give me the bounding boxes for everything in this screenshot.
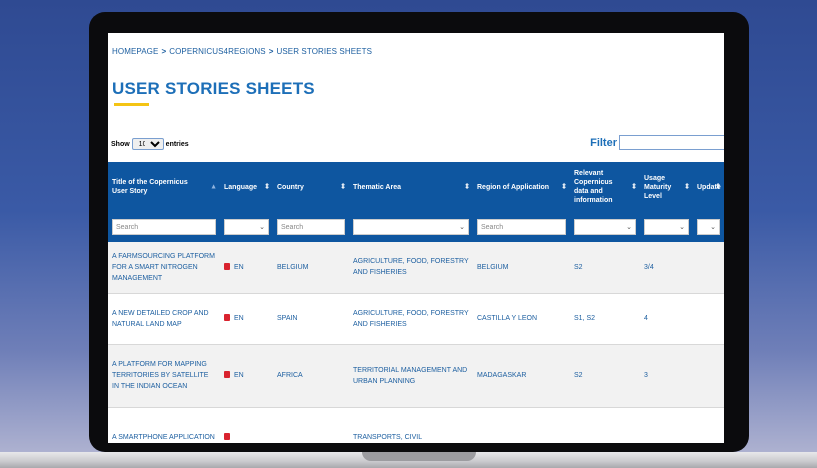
breadcrumb-copernicus4regions[interactable]: COPERNICUS4REGIONS: [169, 47, 265, 56]
language-filter-select[interactable]: ⌄: [224, 219, 269, 235]
copernicus-data-filter-select[interactable]: ⌄: [574, 219, 636, 235]
cell-title[interactable]: A SMARTPHONE APPLICATION: [108, 407, 220, 443]
col-header-thematic-area[interactable]: Thematic Area ⇕: [349, 162, 473, 212]
cell-thematic: AGRICULTURE, FOOD, FORESTRY AND FISHERIE…: [349, 242, 473, 294]
cell-data: [570, 407, 640, 443]
search-country-input[interactable]: Search: [277, 219, 345, 235]
col-header-copernicus-data[interactable]: Relevant Copernicus data and information…: [570, 162, 640, 212]
cell-maturity: 3/4: [640, 242, 693, 294]
col-header-language[interactable]: Language ⇕: [220, 162, 273, 212]
cell-language[interactable]: EN: [220, 293, 273, 345]
sort-asc-icon: ▲: [210, 183, 217, 191]
maturity-filter-select[interactable]: ⌄: [644, 219, 689, 235]
cell-country: BELGIUM: [273, 242, 349, 294]
breadcrumb-home[interactable]: HOMEPAGE: [112, 47, 158, 56]
table-row: A FARMSOURCING PLATFORM FOR A SMART NITR…: [108, 242, 724, 294]
col-header-update[interactable]: Update ⇕: [693, 162, 724, 212]
sort-icon: ⇕: [715, 183, 721, 191]
breadcrumb: HOMEPAGE > COPERNICUS4REGIONS > USER STORIES…: [112, 47, 372, 56]
cell-maturity: 4: [640, 293, 693, 345]
breadcrumb-current: USER STORIES SHEETS: [276, 47, 373, 56]
col-header-region[interactable]: Region of Application ⇕: [473, 162, 570, 212]
cell-maturity: [640, 407, 693, 443]
chevron-down-icon: ⌄: [626, 224, 632, 231]
cell-data: S1, S2: [570, 293, 640, 345]
entries-label: entries: [165, 140, 189, 148]
cell-region: CASTILLA Y LEON: [473, 293, 570, 345]
laptop-notch: [362, 452, 476, 461]
sort-icon: ⇕: [561, 183, 567, 191]
cell-language[interactable]: EN: [220, 242, 273, 294]
cell-country: SPAIN: [273, 293, 349, 345]
cell-region: MADAGASKAR: [473, 344, 570, 408]
title-underline: [114, 103, 149, 106]
cell-title[interactable]: A PLATFORM FOR MAPPING TERRITORIES BY SA…: [108, 344, 220, 408]
cell-language[interactable]: [220, 407, 273, 443]
page-title: USER STORIES SHEETS: [112, 79, 315, 98]
chevron-right-icon: >: [268, 47, 274, 56]
cell-country: AFRICA: [273, 344, 349, 408]
cell-thematic: TRANSPORTS, CIVIL: [349, 407, 473, 443]
thematic-filter-select[interactable]: ⌄: [353, 219, 469, 235]
chevron-down-icon: ⌄: [710, 224, 716, 231]
table-row: A NEW DETAILED CROP AND NATURAL LAND MAP…: [108, 293, 724, 345]
cell-data: S2: [570, 242, 640, 294]
pdf-icon: [224, 371, 230, 378]
cell-thematic: AGRICULTURE, FOOD, FORESTRY AND FISHERIE…: [349, 293, 473, 345]
chevron-right-icon: >: [161, 47, 167, 56]
sort-icon: ⇕: [340, 183, 346, 191]
cell-update: [693, 293, 724, 345]
search-title-input[interactable]: Search: [112, 219, 216, 235]
cell-title[interactable]: A NEW DETAILED CROP AND NATURAL LAND MAP: [108, 293, 220, 345]
cell-update: [693, 344, 724, 408]
table-row: A SMARTPHONE APPLICATION TRANSPORTS, CIV…: [108, 407, 724, 443]
cell-maturity: 3: [640, 344, 693, 408]
update-filter-select[interactable]: ⌄: [697, 219, 720, 235]
sort-icon: ⇕: [264, 183, 270, 191]
pdf-icon: [224, 262, 230, 270]
cell-update: [693, 407, 724, 443]
chevron-down-icon: ⌄: [459, 224, 465, 231]
cell-data: S2: [570, 344, 640, 408]
user-stories-table: Title of the Copernicus User Story ▲ Lang…: [108, 162, 724, 443]
table-header-row: Title of the Copernicus User Story ▲ Lang…: [108, 162, 724, 212]
sort-icon: ⇕: [684, 183, 690, 191]
chevron-down-icon: ⌄: [259, 224, 265, 231]
pdf-icon: [224, 432, 230, 440]
browser-screen: HOMEPAGE > COPERNICUS4REGIONS > USER STORIES…: [108, 33, 724, 443]
table-filter-row: Search ⌄ Search ⌄ Search ⌄ ⌄ ⌄: [108, 212, 724, 242]
col-header-country[interactable]: Country ⇕: [273, 162, 349, 212]
cell-title[interactable]: A FARMSOURCING PLATFORM FOR A SMART NITR…: [108, 242, 220, 294]
filter-label: Filter: [590, 136, 617, 149]
entries-select[interactable]: 10: [131, 138, 164, 150]
cell-country: [273, 407, 349, 443]
pdf-icon: [224, 314, 230, 321]
chevron-down-icon: ⌄: [679, 224, 685, 231]
entries-length-control: Show 10 entries: [111, 138, 189, 150]
table-row: A PLATFORM FOR MAPPING TERRITORIES BY SA…: [108, 344, 724, 408]
col-header-maturity[interactable]: Usage Maturity Level ⇕: [640, 162, 693, 212]
cell-language[interactable]: EN: [220, 344, 273, 408]
sort-icon: ⇕: [464, 183, 470, 191]
show-label: Show: [111, 140, 130, 148]
cell-thematic: TERRITORIAL MANAGEMENT AND URBAN PLANNIN…: [349, 344, 473, 408]
sort-icon: ⇕: [631, 183, 637, 191]
cell-region: BELGIUM: [473, 242, 570, 294]
cell-region: [473, 407, 570, 443]
search-region-input[interactable]: Search: [477, 219, 566, 235]
filter-input[interactable]: [619, 135, 724, 150]
cell-update: [693, 242, 724, 294]
col-header-title[interactable]: Title of the Copernicus User Story ▲: [108, 162, 220, 212]
filter-control: Filter: [590, 135, 724, 150]
